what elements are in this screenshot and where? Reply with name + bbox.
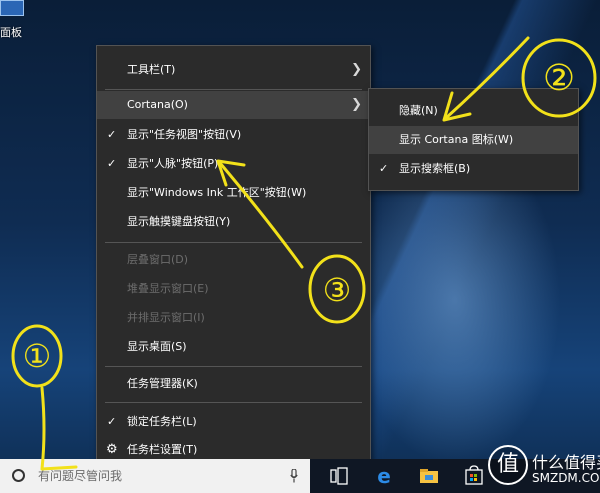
menu-item-label: 显示桌面(S) (127, 340, 187, 353)
chevron-right-icon: ❯ (351, 62, 362, 77)
menu-item-label: 层叠窗口(D) (127, 253, 189, 266)
submenu-item-hidden[interactable]: 隐藏(N) (369, 97, 578, 125)
menu-separator (105, 402, 362, 403)
menu-item-show-touch-keyboard[interactable]: 显示触摸键盘按钮(Y) (97, 208, 370, 236)
cortana-circle-icon (12, 469, 25, 482)
menu-item-stack-windows: 堆叠显示窗口(E) (97, 275, 370, 303)
menu-item-label: 隐藏(N) (399, 104, 438, 117)
store-icon[interactable] (462, 464, 486, 488)
menu-item-label: 任务管理器(K) (127, 377, 198, 390)
watermark: 值 什么值得买 SMZDM.COM (488, 441, 600, 493)
menu-item-label: 显示"Windows Ink 工作区"按钮(W) (127, 186, 307, 199)
menu-item-cortana[interactable]: Cortana(O) ❯ (97, 91, 370, 119)
watermark-logo: 值 (488, 445, 528, 485)
menu-separator (105, 366, 362, 367)
menu-item-label: 任务栏设置(T) (127, 443, 198, 456)
control-panel-icon[interactable] (0, 0, 24, 16)
menu-item-label: 显示"任务视图"按钮(V) (127, 128, 242, 141)
menu-item-show-desktop[interactable]: 显示桌面(S) (97, 333, 370, 361)
submenu-item-show-cortana-icon[interactable]: 显示 Cortana 图标(W) (369, 126, 578, 154)
cortana-submenu: 隐藏(N) 显示 Cortana 图标(W) ✓ 显示搜索框(B) (368, 88, 579, 191)
menu-item-label: 显示"人脉"按钮(P) (127, 157, 219, 170)
svg-text:e: e (377, 464, 391, 488)
menu-item-toolbars[interactable]: 工具栏(T) ❯ (97, 56, 370, 84)
edge-icon[interactable]: e (372, 464, 396, 488)
search-box[interactable]: 有问题尽管问我 (0, 459, 310, 493)
checkmark-icon: ✓ (107, 415, 117, 428)
menu-item-show-windows-ink[interactable]: 显示"Windows Ink 工作区"按钮(W) (97, 179, 370, 207)
menu-item-label: 锁定任务栏(L) (127, 415, 197, 428)
checkmark-icon: ✓ (107, 128, 117, 141)
taskbar-context-menu: 工具栏(T) ❯ Cortana(O) ❯ ✓ 显示"任务视图"按钮(V) ✓ … (96, 45, 371, 465)
menu-item-side-by-side: 并排显示窗口(I) (97, 304, 370, 332)
menu-item-lock-taskbar[interactable]: ✓ 锁定任务栏(L) (97, 408, 370, 436)
search-placeholder[interactable]: 有问题尽管问我 (38, 459, 122, 493)
checkmark-icon: ✓ (107, 157, 117, 170)
menu-item-show-task-view[interactable]: ✓ 显示"任务视图"按钮(V) (97, 121, 370, 149)
menu-item-cascade-windows: 层叠窗口(D) (97, 246, 370, 274)
menu-separator (105, 242, 362, 243)
file-explorer-icon[interactable] (417, 464, 441, 488)
watermark-title: 什么值得买 (532, 453, 600, 472)
watermark-url: SMZDM.COM (532, 471, 600, 485)
menu-item-label: 显示 Cortana 图标(W) (399, 133, 514, 146)
menu-separator (105, 89, 362, 90)
desktop-icon-label[interactable]: 面板 (0, 24, 22, 40)
menu-item-label: 堆叠显示窗口(E) (127, 282, 209, 295)
chevron-right-icon: ❯ (351, 97, 362, 112)
menu-item-label: 工具栏(T) (127, 63, 176, 76)
task-view-icon[interactable] (327, 464, 351, 488)
menu-item-task-manager[interactable]: 任务管理器(K) (97, 370, 370, 398)
menu-item-label: 显示触摸键盘按钮(Y) (127, 215, 231, 228)
menu-item-label: 并排显示窗口(I) (127, 311, 205, 324)
checkmark-icon: ✓ (379, 162, 389, 175)
menu-item-label: 显示搜索框(B) (399, 162, 471, 175)
submenu-item-show-search-box[interactable]: ✓ 显示搜索框(B) (369, 155, 578, 183)
menu-item-label: Cortana(O) (127, 98, 188, 111)
menu-item-show-people[interactable]: ✓ 显示"人脉"按钮(P) (97, 150, 370, 178)
microphone-icon[interactable] (290, 469, 298, 483)
